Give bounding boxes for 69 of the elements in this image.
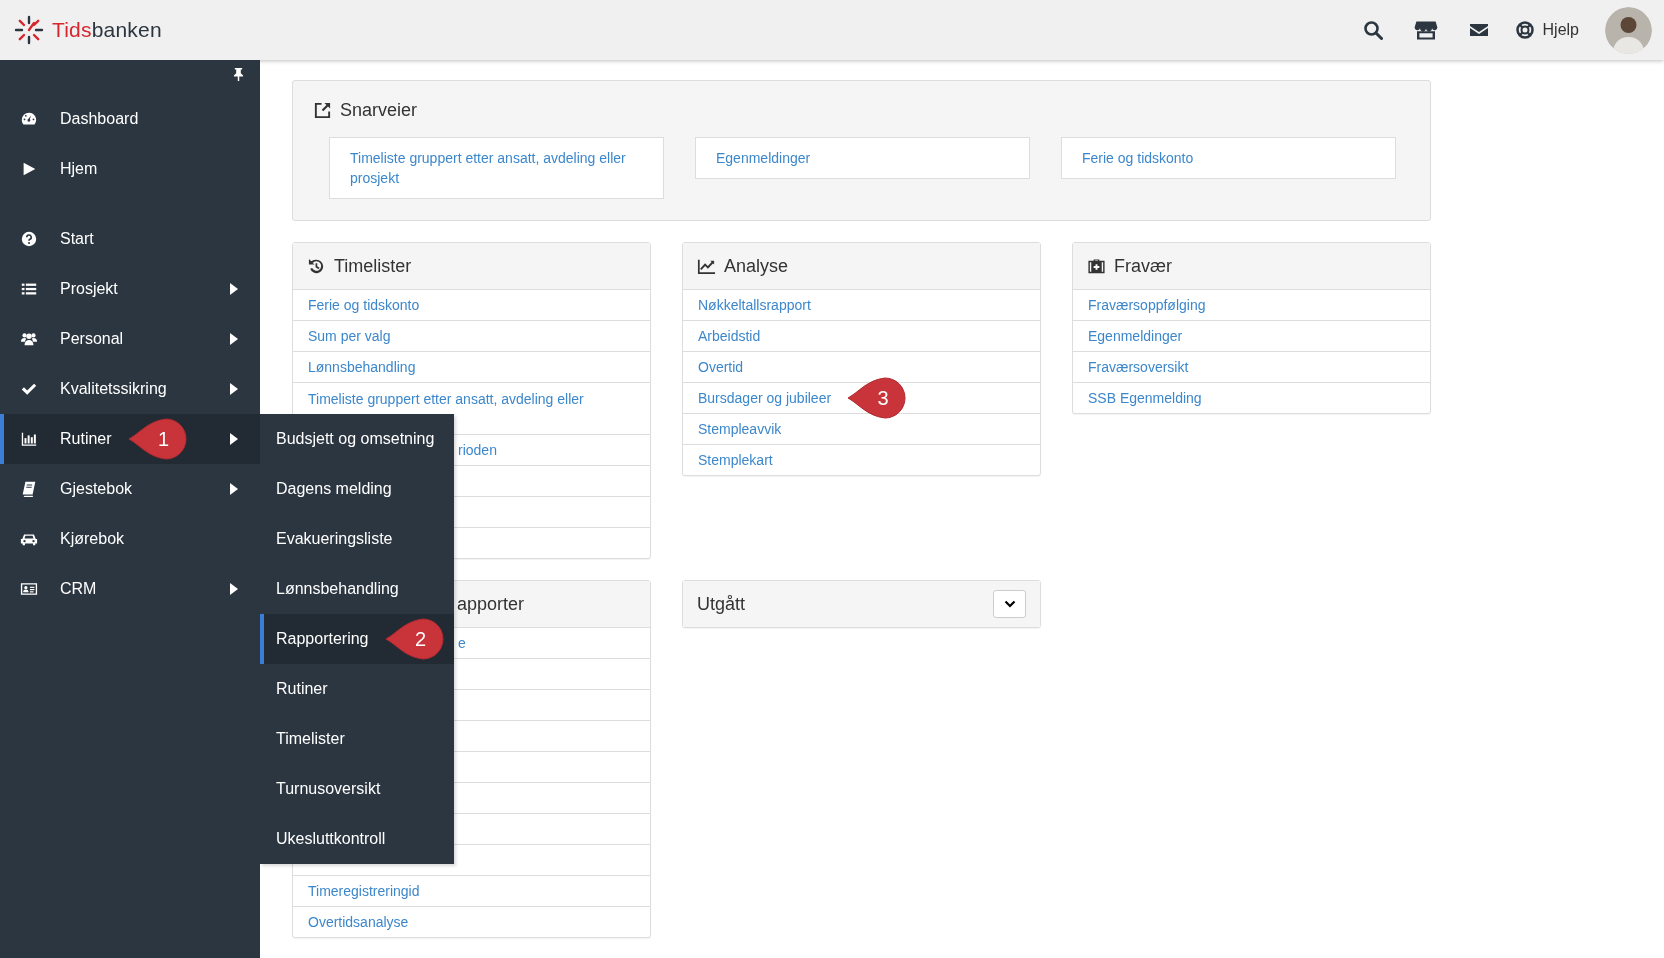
sidebar-item[interactable]: Personal xyxy=(0,314,260,364)
clock-logo-icon xyxy=(14,15,44,45)
sidebar-item[interactable]: Start xyxy=(0,214,260,264)
report-link[interactable]: Ferie og tidskonto xyxy=(308,294,420,316)
sidebar-item[interactable]: Dashboard xyxy=(0,94,260,144)
chevron-down-icon xyxy=(1003,598,1016,610)
sidebar-item[interactable]: Hjem xyxy=(0,144,260,194)
help-link[interactable]: Hjelp xyxy=(1514,18,1579,42)
sidebar-item[interactable]: CRM xyxy=(0,564,260,614)
panel-title: apporter xyxy=(457,592,525,616)
users-icon xyxy=(20,330,38,348)
submenu-item[interactable]: Dagens melding xyxy=(260,464,454,514)
sidebar-item[interactable]: Prosjekt xyxy=(0,264,260,314)
report-link[interactable]: e xyxy=(458,632,466,654)
id-card-icon xyxy=(20,580,38,598)
expand-button[interactable] xyxy=(993,590,1026,618)
report-link[interactable]: Fraværsoversikt xyxy=(1088,356,1189,378)
report-link[interactable]: Overtidsanalyse xyxy=(308,911,409,933)
caret-right-icon xyxy=(230,583,238,595)
lifebuoy-icon xyxy=(1514,20,1535,40)
panel-title: Analyse xyxy=(724,254,789,278)
submenu-item[interactable]: Lønnsbehandling xyxy=(260,564,454,614)
pin-icon[interactable] xyxy=(233,68,244,81)
submenu-item[interactable]: Budsjett og omsetning xyxy=(260,414,454,464)
report-link[interactable]: Stempleavvik xyxy=(698,418,782,440)
step-marker: 3 xyxy=(845,375,908,421)
report-link[interactable]: SSB Egenmelding xyxy=(1088,387,1202,409)
submenu-item[interactable]: Turnusoversikt xyxy=(260,764,454,814)
report-link[interactable]: rioden xyxy=(458,439,497,461)
report-link[interactable]: Lønnsbehandling xyxy=(308,356,416,378)
submenu-item[interactable]: Rapportering 2 xyxy=(260,614,454,664)
sidebar-item[interactable]: Kjørebok xyxy=(0,514,260,564)
report-link[interactable]: Overtid xyxy=(698,356,744,378)
sidebar-item[interactable]: Rutiner 1 xyxy=(0,414,260,464)
submenu-item[interactable]: Evakueringsliste xyxy=(260,514,454,564)
report-link[interactable]: Bursdager og jubileer xyxy=(698,387,832,409)
submenu-item[interactable]: Ukesluttkontroll xyxy=(260,814,454,864)
shortcut-link[interactable]: Ferie og tidskonto xyxy=(1061,137,1396,179)
report-link[interactable]: Stemplekart xyxy=(698,449,773,471)
caret-right-icon xyxy=(230,483,238,495)
caret-right-icon xyxy=(230,383,238,395)
report-link[interactable]: Sum per valg xyxy=(308,325,391,347)
shortcut-link[interactable]: Timeliste gruppert etter ansatt, avdeling eller prosjekt xyxy=(329,137,664,199)
report-link[interactable]: Fraværsoppfølging xyxy=(1088,294,1206,316)
submenu-item[interactable]: Timelister xyxy=(260,714,454,764)
help-icon xyxy=(20,230,38,248)
report-link[interactable]: Nøkkeltallsrapport xyxy=(698,294,811,316)
shortcut-link[interactable]: Egenmeldinger xyxy=(695,137,1030,179)
report-link[interactable]: Egenmeldinger xyxy=(1088,325,1183,347)
panel-title: Snarveier xyxy=(340,99,418,122)
panel-title: Timelister xyxy=(334,254,412,278)
caret-right-icon xyxy=(230,283,238,295)
caret-right-icon xyxy=(230,333,238,345)
submenu-item[interactable]: Rutiner xyxy=(260,664,454,714)
caret-right-icon xyxy=(230,433,238,445)
search-icon[interactable] xyxy=(1362,20,1383,40)
report-link[interactable]: Timeregistreringid xyxy=(308,880,420,902)
bar-chart-icon xyxy=(20,430,38,448)
book-icon xyxy=(20,480,38,498)
report-link[interactable]: Timeliste gruppert etter ansatt, avdeling eller xyxy=(308,389,584,410)
panel-title: Fravær xyxy=(1114,254,1172,278)
panel-title: Utgått xyxy=(697,592,746,616)
brand-name: Tidsbanken xyxy=(52,17,162,44)
external-link-icon xyxy=(313,101,332,120)
report-link[interactable]: Arbeidstid xyxy=(698,325,761,347)
avatar[interactable] xyxy=(1605,6,1652,54)
medical-kit-icon xyxy=(1087,256,1106,276)
sidebar-item[interactable]: Gjestebok xyxy=(0,464,260,514)
sidebar-item[interactable]: Kvalitetssikring xyxy=(0,364,260,414)
